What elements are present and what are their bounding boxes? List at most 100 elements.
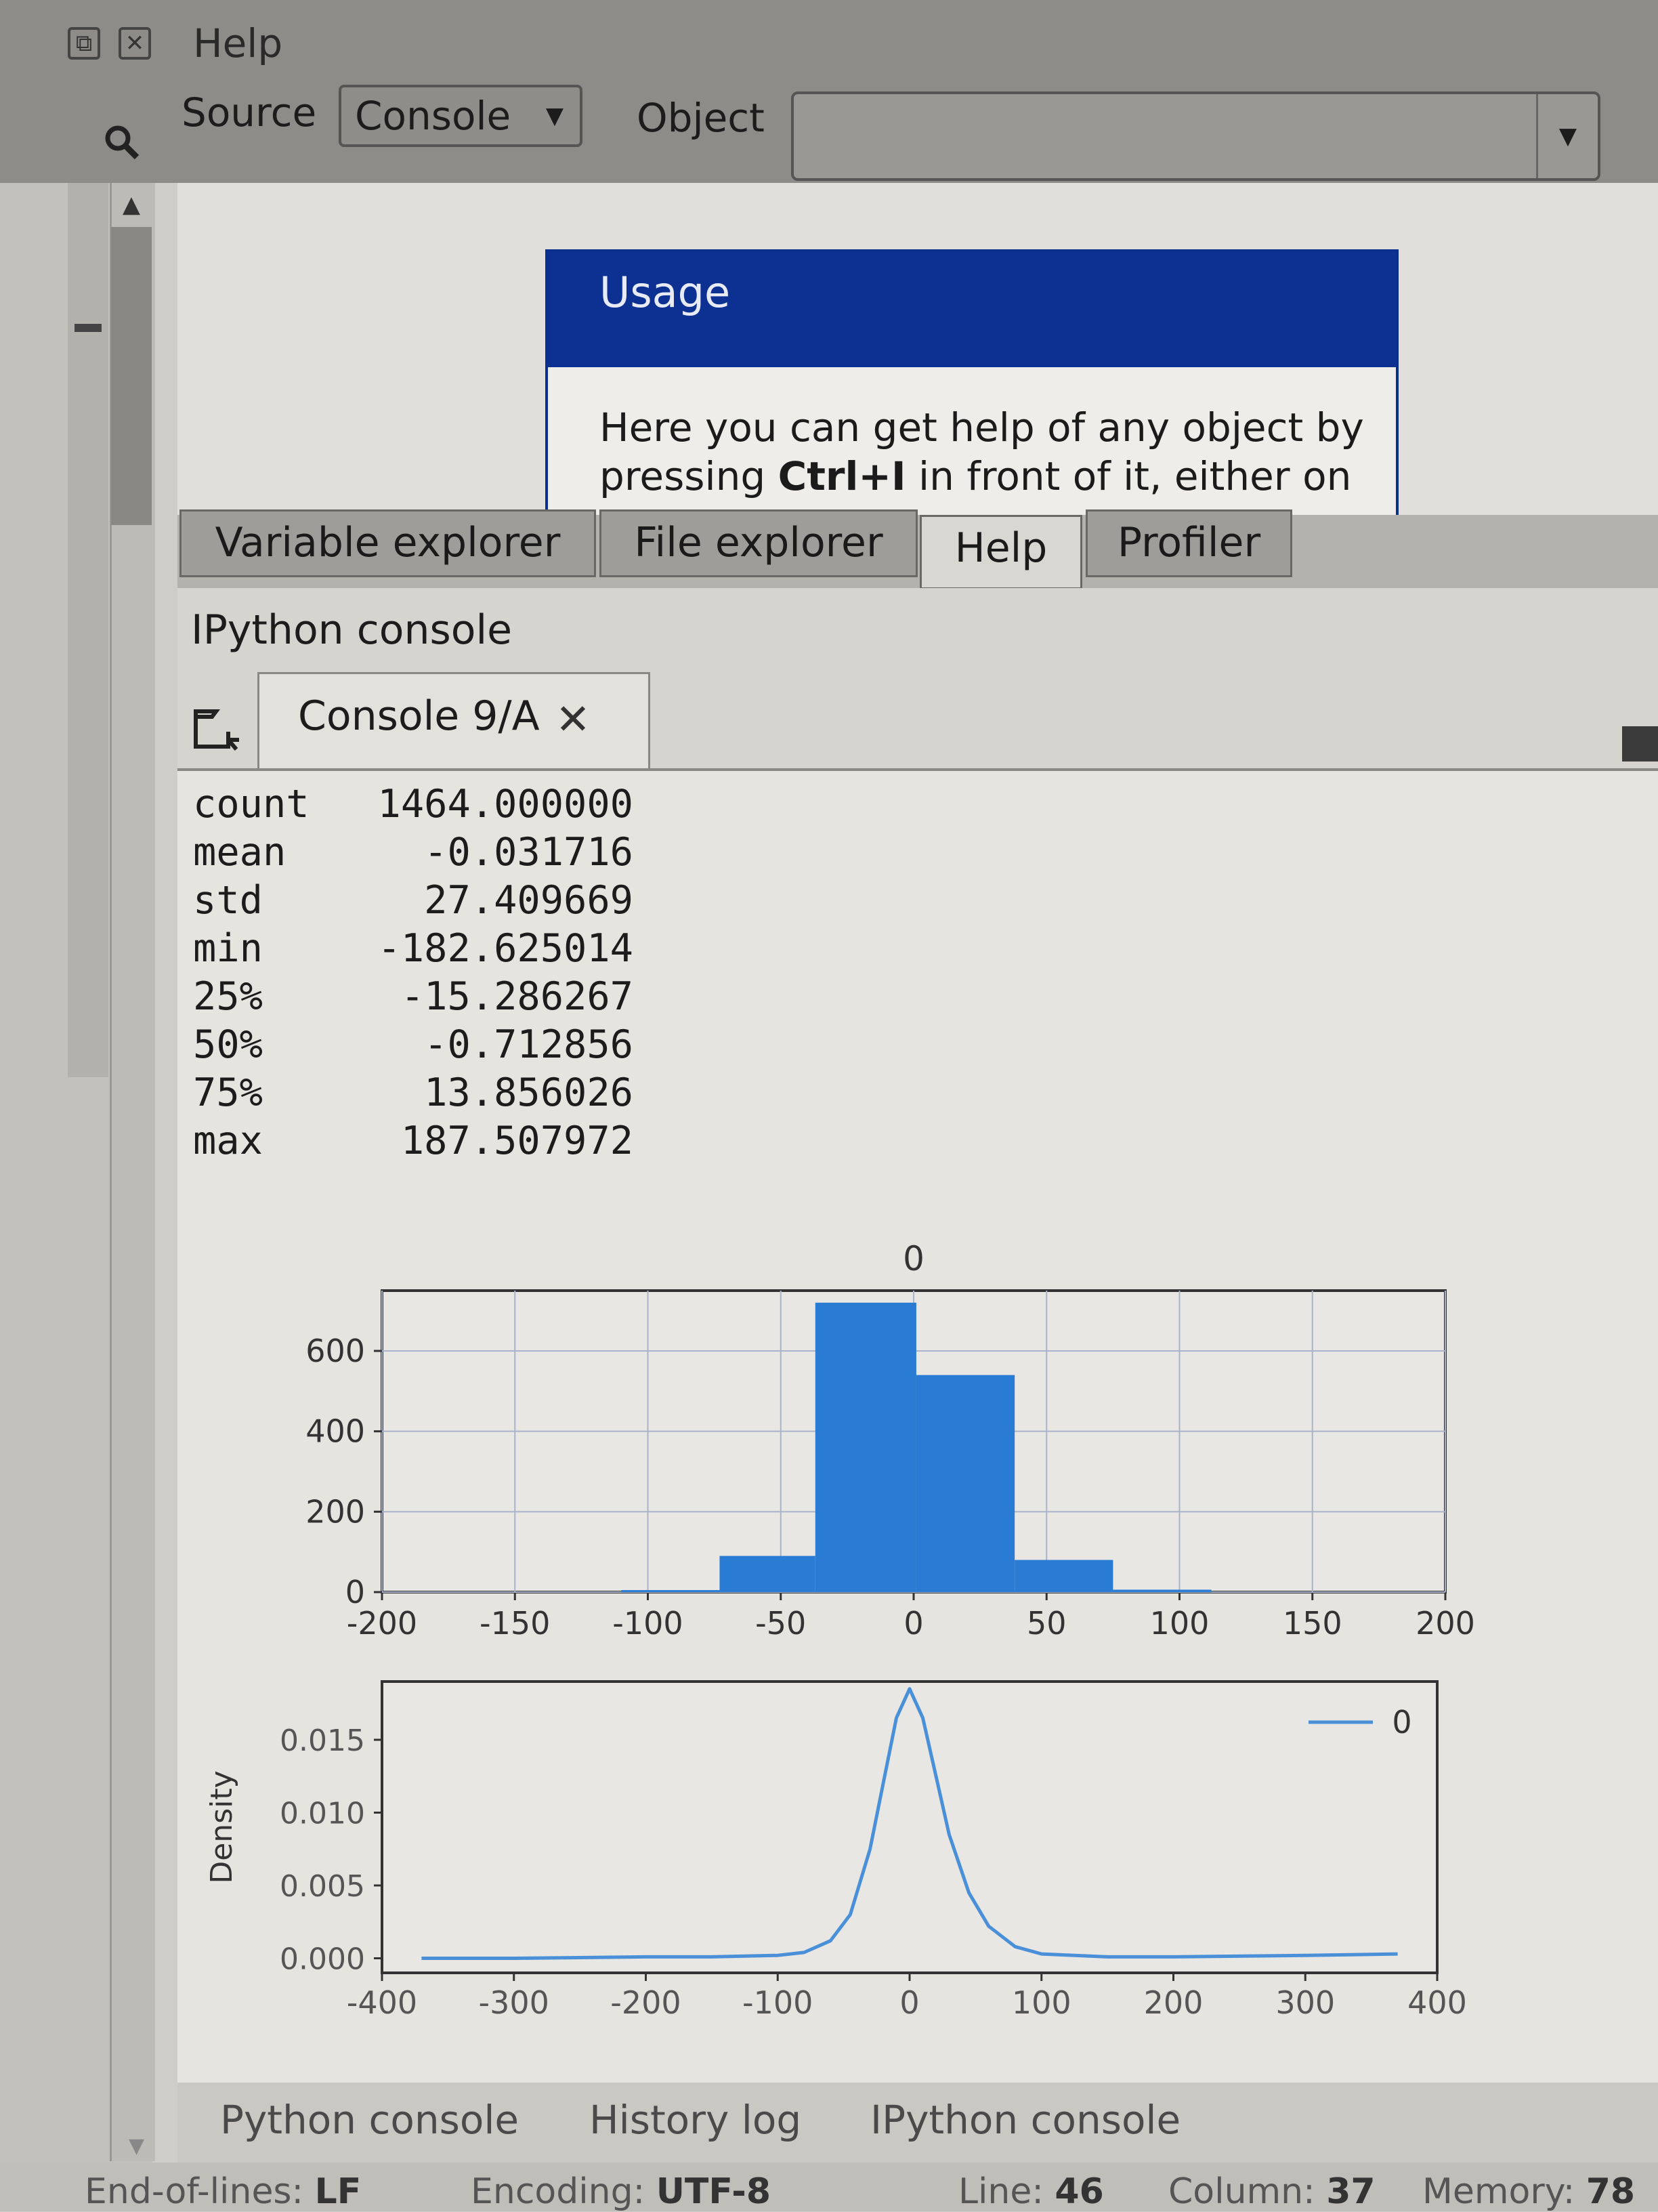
stat-row: 25% -15.286267	[193, 973, 633, 1021]
plot-frame	[381, 1680, 1439, 1974]
stat-value: 27.409669	[424, 878, 633, 923]
stat-value: 13.856026	[424, 1070, 633, 1115]
stat-row: min -182.625014	[193, 925, 633, 973]
object-input[interactable]: ▼	[791, 91, 1600, 181]
options-icon[interactable]	[1622, 726, 1658, 761]
stat-value: -182.625014	[377, 926, 634, 971]
y-tick-label: 0.010	[280, 1797, 365, 1831]
stat-value: -15.286267	[400, 974, 633, 1019]
chevron-down-icon: ▼	[545, 102, 564, 129]
stat-value: 187.507972	[400, 1119, 633, 1163]
histogram-bar	[621, 1590, 720, 1592]
scroll-down-icon[interactable]: ▼	[129, 2134, 144, 2158]
scrollbar-thumb[interactable]	[111, 227, 152, 525]
tab-python-console[interactable]: Python console	[220, 2097, 519, 2143]
tab-file-explorer[interactable]: File explorer	[599, 509, 918, 577]
x-tick-label: -200	[610, 1984, 681, 2021]
window-title: Help	[193, 20, 283, 66]
y-tick-label: 200	[305, 1493, 365, 1530]
status-line: Line: 46	[958, 2171, 1104, 2212]
stat-key: mean	[193, 830, 286, 875]
status-eol-value: LF	[314, 2171, 362, 2212]
x-tick-label: 0	[899, 1984, 919, 2021]
stat-row: count 1464.000000	[193, 780, 633, 829]
search-icon[interactable]	[102, 122, 140, 160]
x-tick-label: 0	[904, 1605, 923, 1642]
stat-key: 75%	[193, 1070, 263, 1115]
x-tick-label: 100	[1012, 1984, 1071, 2021]
tab-profiler[interactable]: Profiler	[1086, 509, 1292, 577]
status-encoding-label: Encoding:	[471, 2171, 645, 2212]
status-encoding-value: UTF-8	[656, 2171, 771, 2212]
describe-output: count 1464.000000 mean -0.031716 std 27.409…	[193, 780, 633, 1165]
x-tick-label: -300	[479, 1984, 549, 2021]
stat-key: max	[193, 1119, 263, 1163]
close-icon[interactable]: ✕	[555, 694, 591, 744]
tab-ipython-console[interactable]: IPython console	[870, 2097, 1181, 2143]
object-label: Object	[637, 95, 765, 141]
editor-gutter	[68, 183, 108, 1077]
x-tick-label: 200	[1416, 1605, 1475, 1642]
usage-line-2: pressing Ctrl+I in front of it, either o…	[599, 452, 1372, 501]
stat-row: max 187.507972	[193, 1117, 633, 1165]
stat-value: -0.712856	[424, 1022, 633, 1067]
stat-row: 75% 13.856026	[193, 1069, 633, 1117]
scroll-up-icon[interactable]: ▲	[111, 184, 152, 225]
status-line-label: Line:	[958, 2171, 1044, 2212]
x-tick-label: 400	[1407, 1984, 1467, 2021]
x-tick-label: 150	[1283, 1605, 1342, 1642]
status-memory-value: 78	[1586, 2171, 1636, 2212]
usage-line-1: Here you can get help of any object by	[599, 404, 1364, 451]
density-chart: -400 -300 -200 -100 0 100 200 300 400 0.000 0.005 0…	[205, 1680, 1467, 2021]
stat-row: 50% -0.712856	[193, 1021, 633, 1069]
x-tick-label: -200	[347, 1605, 417, 1642]
stat-key: min	[193, 926, 263, 971]
x-tick-label: -100	[612, 1605, 683, 1642]
gutter-marker	[75, 324, 102, 332]
x-tick-label: 300	[1275, 1984, 1335, 2021]
status-memory-label: Memory:	[1422, 2171, 1575, 2212]
y-tick-label: 600	[305, 1333, 365, 1369]
stat-row: std 27.409669	[193, 877, 633, 925]
source-select[interactable]: Console ▼	[339, 85, 582, 147]
stat-value: 1464.000000	[377, 782, 634, 827]
status-line-value: 46	[1055, 2171, 1104, 2212]
undock-icon[interactable]: ⧉	[68, 27, 100, 60]
tab-history-log[interactable]: History log	[589, 2097, 801, 2143]
close-pane-icon[interactable]: ✕	[119, 27, 151, 60]
x-tick-label: -100	[742, 1984, 813, 2021]
x-tick-label: -150	[480, 1605, 550, 1642]
histogram-bar	[1113, 1589, 1212, 1592]
usage-line-2-pre: pressing	[599, 453, 778, 499]
stat-key: std	[193, 878, 263, 923]
status-column: Column: 37	[1168, 2171, 1376, 2212]
y-tick-label: 0	[345, 1574, 365, 1610]
new-console-icon[interactable]	[192, 705, 240, 753]
stat-key: 50%	[193, 1022, 263, 1067]
x-tick-label: -400	[347, 1984, 417, 2021]
histogram-bar	[1015, 1560, 1113, 1592]
console-tab-label: Console 9/A	[298, 692, 540, 740]
tab-variable-explorer[interactable]: Variable explorer	[179, 509, 596, 577]
source-label: Source	[182, 89, 317, 135]
status-memory: Memory: 78	[1422, 2171, 1635, 2212]
x-tick-label: -50	[755, 1605, 806, 1642]
source-select-value: Console	[355, 93, 511, 139]
legend-label: 0	[1392, 1704, 1411, 1740]
stat-key: count	[193, 782, 310, 827]
histogram-bar	[719, 1556, 815, 1592]
status-column-label: Column:	[1168, 2171, 1315, 2212]
stat-key: 25%	[193, 974, 263, 1019]
usage-text: Here you can get help of any object by p…	[599, 403, 1372, 501]
histogram-chart: -200 -150 -100 -50 0 50 100 150 200 0 200 400 600 0	[305, 1239, 1475, 1642]
stat-row: mean -0.031716	[193, 829, 633, 877]
x-tick-label: 100	[1150, 1605, 1210, 1642]
status-eol: End-of-lines: LF	[85, 2171, 361, 2212]
chevron-down-icon[interactable]: ▼	[1536, 94, 1598, 178]
chart-title: 0	[903, 1239, 924, 1278]
usage-line-2-post: in front of it, either on	[906, 453, 1352, 499]
tab-help[interactable]: Help	[920, 515, 1082, 589]
y-axis-label: Density	[205, 1770, 239, 1883]
x-tick-label: 200	[1144, 1984, 1204, 2021]
histogram-bar	[815, 1302, 916, 1592]
